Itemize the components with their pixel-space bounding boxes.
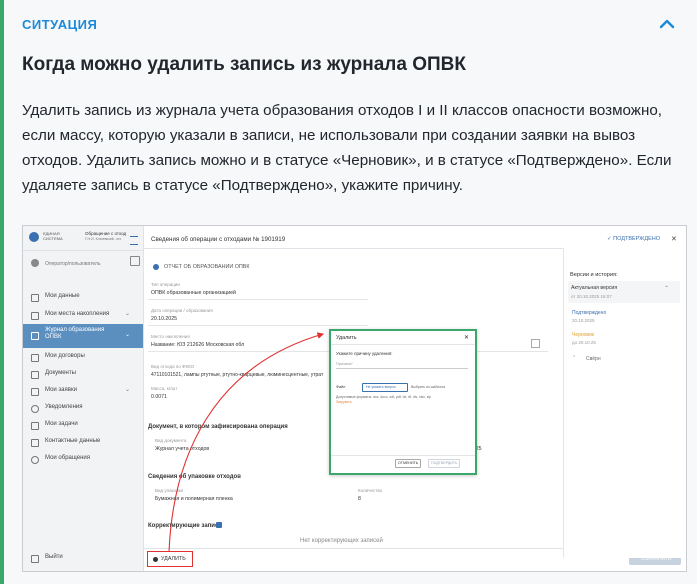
situation-card: СИТУАЦИЯ Когда можно удалить запись из ж…: [0, 0, 697, 584]
body-paragraph: Удалить запись из журнала учета образова…: [22, 102, 672, 194]
section-title: Когда можно удалить запись из журнала ОП…: [22, 54, 466, 75]
app-screenshot: ЕДИНАЯ СИСТЕМА Обращение с отход Г.Н.И. К…: [22, 225, 687, 572]
chevron-up-icon[interactable]: [658, 16, 676, 30]
arrow-annotation: [168, 332, 325, 553]
situation-label: СИТУАЦИЯ: [22, 17, 98, 32]
